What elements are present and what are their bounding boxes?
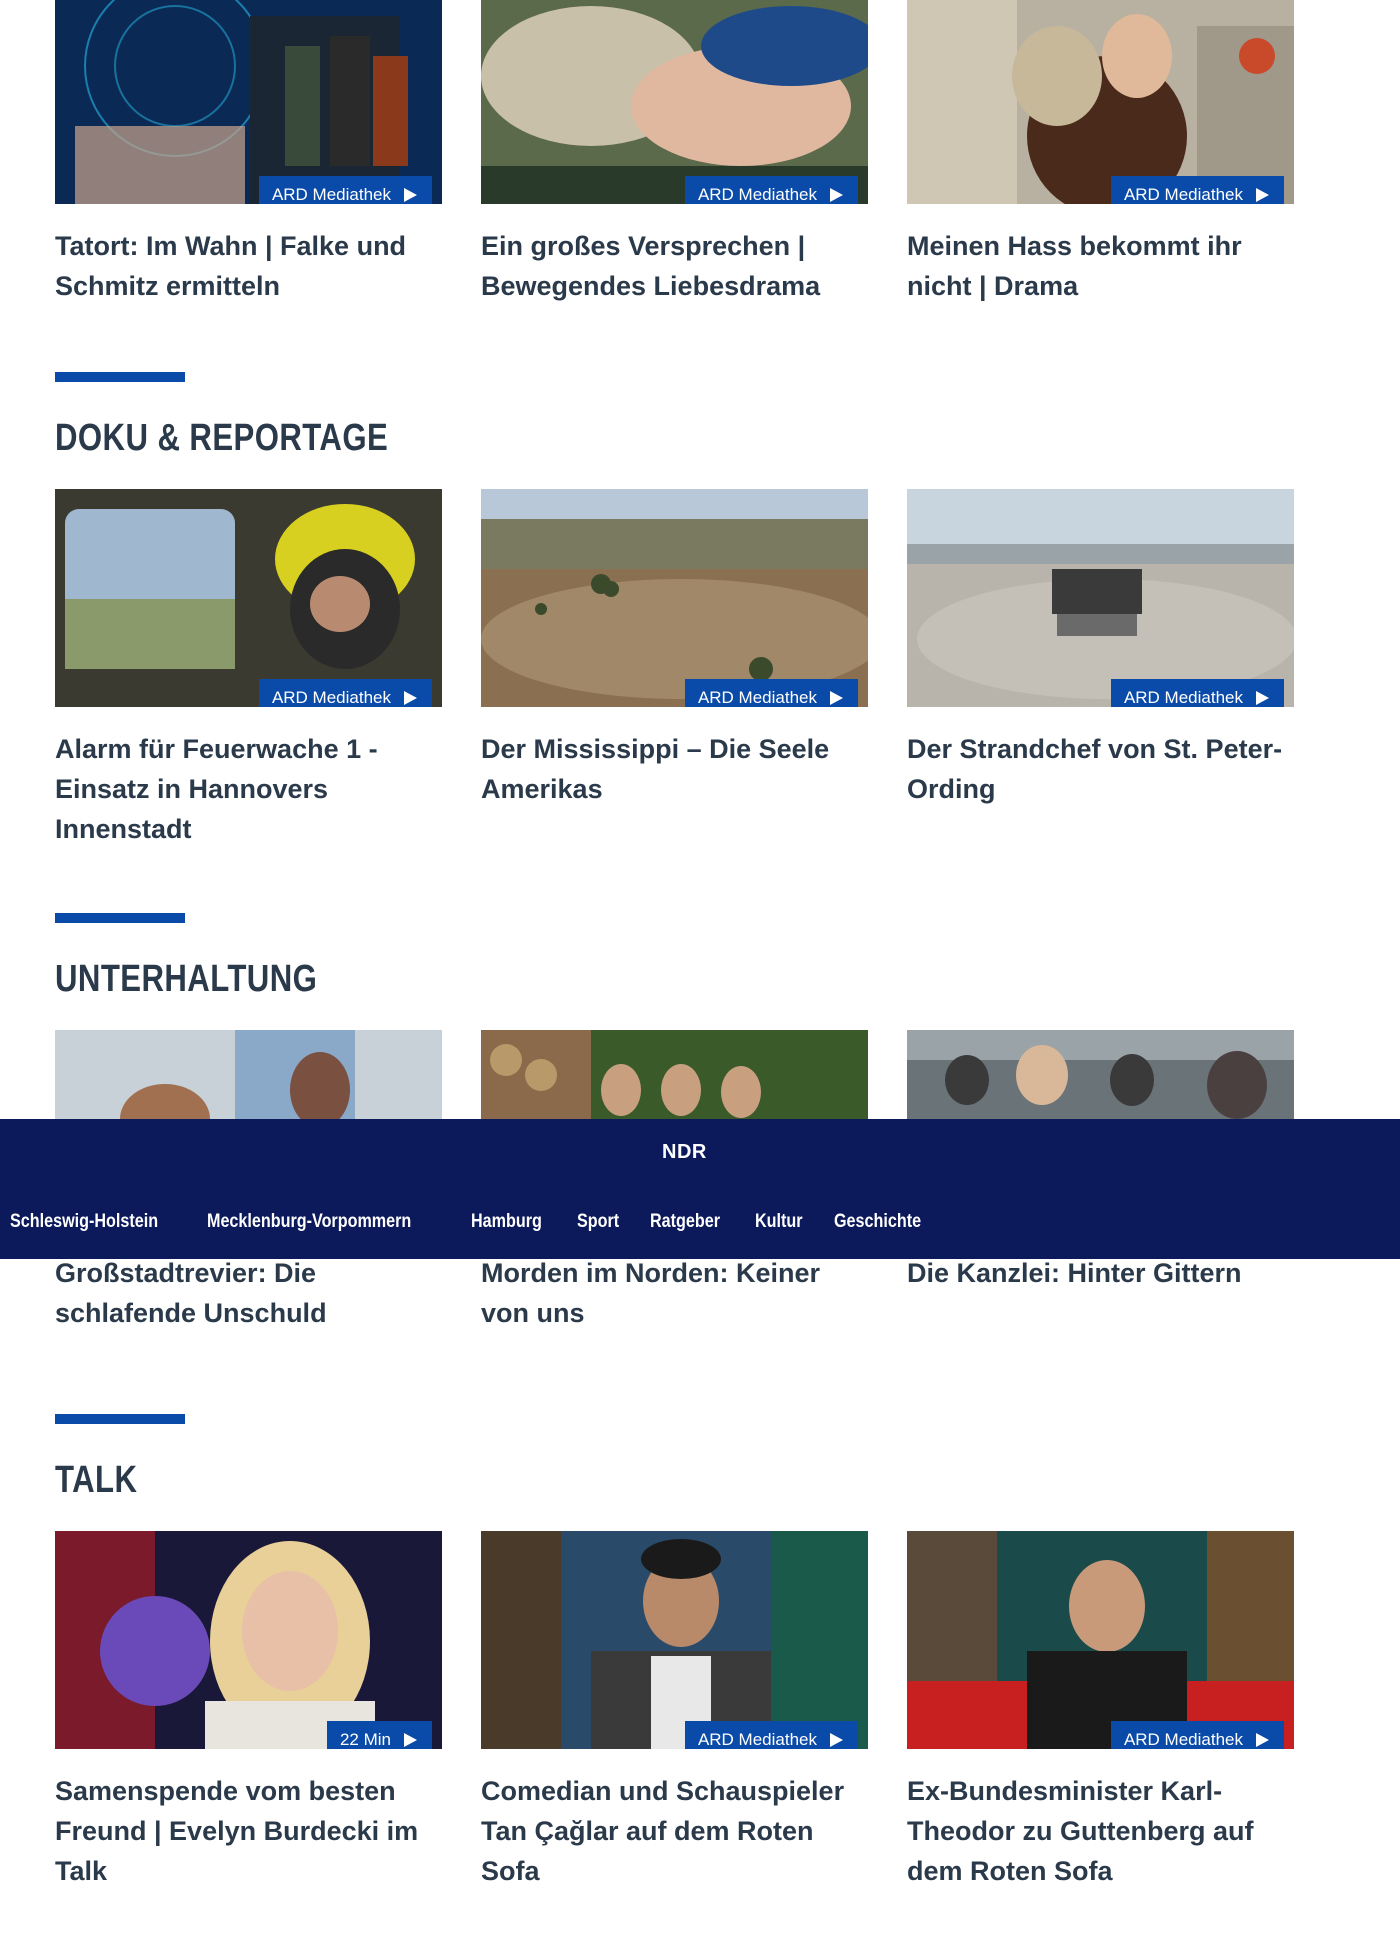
thumbnail-image xyxy=(55,1030,442,1119)
thumbnail[interactable]: ARD Mediathek xyxy=(907,0,1294,204)
card-title[interactable]: Tatort: Im Wahn | Falke und Schmitz ermi… xyxy=(55,204,447,306)
thumbnail-image xyxy=(481,1531,868,1749)
nav-item-geschichte[interactable]: Geschichte xyxy=(834,1211,921,1233)
card-meinen-hass[interactable]: ARD Mediathek Meinen Hass bekommt ihr ni… xyxy=(907,0,1294,306)
thumbnail[interactable]: ARD Mediathek xyxy=(481,0,868,204)
nav-item-kultur[interactable]: Kultur xyxy=(755,1211,803,1233)
mediathek-badge[interactable]: ARD Mediathek xyxy=(684,1721,858,1749)
play-icon xyxy=(830,1733,843,1747)
region-nav: Schleswig-Holstein Mecklenburg-Vorpommer… xyxy=(10,1211,936,1233)
thumbnail-image xyxy=(55,489,442,707)
play-icon xyxy=(404,1733,417,1747)
mediathek-badge[interactable]: ARD Mediathek xyxy=(1110,679,1284,707)
card-die-kanzlei[interactable] xyxy=(907,1030,1294,1119)
card-title[interactable]: Ein großes Versprechen | Bewegendes Lieb… xyxy=(481,204,873,306)
thumbnail-image xyxy=(481,489,868,707)
mediathek-badge[interactable]: ARD Mediathek xyxy=(1110,176,1284,204)
nav-item-ratgeber[interactable]: Ratgeber xyxy=(650,1211,720,1233)
thumbnail[interactable] xyxy=(907,1030,1294,1119)
nav-item-hamburg[interactable]: Hamburg xyxy=(471,1211,542,1233)
badge-label: ARD Mediathek xyxy=(697,688,817,707)
card-grosses-versprechen[interactable]: ARD Mediathek Ein großes Versprechen | B… xyxy=(481,0,868,306)
ndr-header-bar: NDR Schleswig-Holstein Mecklenburg-Vorpo… xyxy=(0,1119,1400,1259)
nav-item-mecklenburg-vorpommern[interactable]: Mecklenburg-Vorpommern xyxy=(207,1211,411,1233)
badge-label: ARD Mediathek xyxy=(1123,185,1243,204)
section-rule xyxy=(55,913,185,923)
thumbnail-image xyxy=(55,0,442,204)
play-icon xyxy=(1256,188,1269,202)
thumbnail-image xyxy=(907,0,1294,204)
section-title-unterhaltung: UNTERHALTUNG xyxy=(55,958,318,1000)
card-evelyn-burdecki[interactable]: 22 Min Samenspende vom besten Freund | E… xyxy=(55,1531,442,1891)
thumbnail[interactable]: ARD Mediathek xyxy=(907,489,1294,707)
badge-label: 22 Min xyxy=(339,1730,391,1749)
thumbnail[interactable] xyxy=(55,1030,442,1119)
card-morden-im-norden[interactable] xyxy=(481,1030,868,1119)
thumbnail[interactable]: ARD Mediathek xyxy=(481,1531,868,1749)
badge-label: ARD Mediathek xyxy=(1123,1730,1243,1749)
mediathek-badge[interactable]: ARD Mediathek xyxy=(684,679,858,707)
card-title[interactable]: Ex-Bundesminister Karl-Theodor zu Gutten… xyxy=(907,1749,1299,1891)
mediathek-badge[interactable]: ARD Mediathek xyxy=(684,176,858,204)
badge-label: ARD Mediathek xyxy=(271,688,391,707)
card-guttenberg[interactable]: ARD Mediathek Ex-Bundesminister Karl-The… xyxy=(907,1531,1294,1891)
thumbnail[interactable]: ARD Mediathek xyxy=(55,489,442,707)
section-title-doku: DOKU & REPORTAGE xyxy=(55,417,389,459)
play-icon xyxy=(404,188,417,202)
card-tatort[interactable]: ARD Mediathek Tatort: Im Wahn | Falke un… xyxy=(55,0,442,306)
card-mississippi[interactable]: ARD Mediathek Der Mississippi – Die Seel… xyxy=(481,489,868,809)
thumbnail[interactable] xyxy=(481,1030,868,1119)
card-title[interactable]: Samenspende vom besten Freund | Evelyn B… xyxy=(55,1749,447,1891)
card-title[interactable]: Der Mississippi – Die Seele Amerikas xyxy=(481,707,873,809)
mediathek-badge[interactable]: ARD Mediathek xyxy=(258,679,432,707)
thumbnail[interactable]: ARD Mediathek xyxy=(55,0,442,204)
badge-label: ARD Mediathek xyxy=(697,185,817,204)
thumbnail-image xyxy=(481,0,868,204)
play-icon xyxy=(1256,691,1269,705)
play-icon xyxy=(830,691,843,705)
mediathek-badge[interactable]: ARD Mediathek xyxy=(258,176,432,204)
card-title[interactable]: Morden im Norden: Keiner von uns xyxy=(481,1253,873,1333)
mediathek-badge[interactable]: ARD Mediathek xyxy=(1110,1721,1284,1749)
card-title[interactable]: Der Strandchef von St. Peter-Ording xyxy=(907,707,1299,809)
card-title[interactable]: Die Kanzlei: Hinter Gittern xyxy=(907,1253,1299,1293)
thumbnail-image xyxy=(481,1030,868,1119)
section-title-talk: TALK xyxy=(55,1459,138,1501)
card-title[interactable]: Meinen Hass bekommt ihr nicht | Drama xyxy=(907,204,1299,306)
card-tan-caglar[interactable]: ARD Mediathek Comedian und Schauspieler … xyxy=(481,1531,868,1891)
nav-item-schleswig-holstein[interactable]: Schleswig-Holstein xyxy=(10,1211,158,1233)
play-icon xyxy=(404,691,417,705)
ndr-logo-text: NDR xyxy=(662,1141,707,1163)
card-title[interactable]: Alarm für Feuerwache 1 - Einsatz in Hann… xyxy=(55,707,447,849)
thumbnail[interactable]: 22 Min xyxy=(55,1531,442,1749)
thumbnail[interactable]: ARD Mediathek xyxy=(481,489,868,707)
play-icon xyxy=(1256,1733,1269,1747)
play-icon xyxy=(830,188,843,202)
nav-item-sport[interactable]: Sport xyxy=(577,1211,619,1233)
card-strandchef[interactable]: ARD Mediathek Der Strandchef von St. Pet… xyxy=(907,489,1294,809)
badge-label: ARD Mediathek xyxy=(697,1730,817,1749)
thumbnail-image xyxy=(907,1030,1294,1119)
thumbnail-image xyxy=(907,1531,1294,1749)
card-grossstadtrevier[interactable] xyxy=(55,1030,442,1119)
badge-label: ARD Mediathek xyxy=(1123,688,1243,707)
card-title[interactable]: Comedian und Schauspieler Tan Çağlar auf… xyxy=(481,1749,873,1891)
thumbnail[interactable]: ARD Mediathek xyxy=(907,1531,1294,1749)
card-feuerwache[interactable]: ARD Mediathek Alarm für Feuerwache 1 - E… xyxy=(55,489,442,849)
thumbnail-image xyxy=(55,1531,442,1749)
duration-badge[interactable]: 22 Min xyxy=(326,1721,432,1749)
badge-label: ARD Mediathek xyxy=(271,185,391,204)
section-rule xyxy=(55,1414,185,1424)
thumbnail-image xyxy=(907,489,1294,707)
section-rule xyxy=(55,372,185,382)
ndr-logo[interactable]: NDR xyxy=(662,1141,707,1164)
card-title[interactable]: Großstadtrevier: Die schlafende Unschuld xyxy=(55,1253,447,1333)
